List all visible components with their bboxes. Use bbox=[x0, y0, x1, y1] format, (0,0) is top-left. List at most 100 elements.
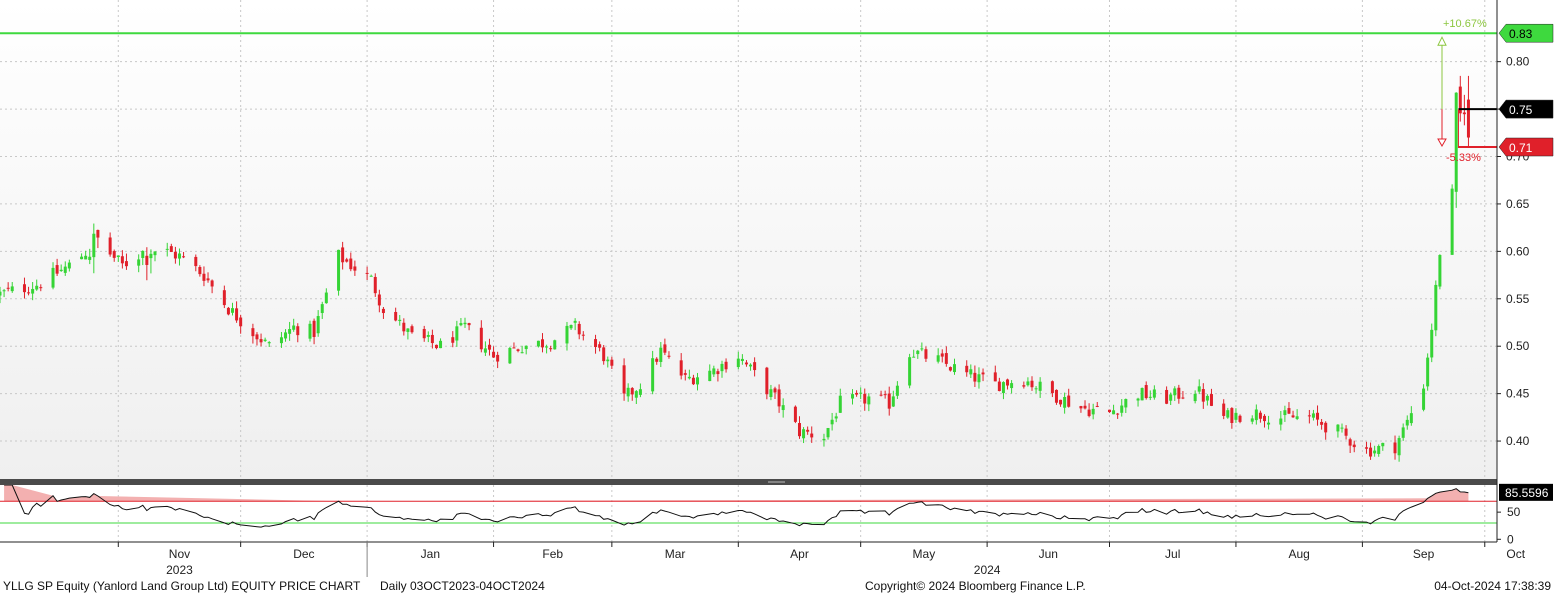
candle-body bbox=[410, 326, 414, 333]
candle-body bbox=[1381, 442, 1385, 447]
candle-body bbox=[936, 355, 940, 362]
candle-body bbox=[84, 255, 88, 260]
last-price-badge-label: 0.75 bbox=[1509, 103, 1533, 117]
candle-body bbox=[1030, 380, 1034, 388]
candle-body bbox=[324, 292, 328, 304]
candle-body bbox=[696, 377, 700, 385]
month-label: Dec bbox=[293, 547, 314, 561]
candle-body bbox=[626, 387, 630, 397]
candle-body bbox=[487, 344, 491, 350]
candle-body bbox=[912, 356, 916, 358]
candle-body bbox=[1140, 388, 1144, 401]
candle-body bbox=[1091, 408, 1095, 415]
candle-body bbox=[496, 354, 500, 362]
candle-body bbox=[924, 349, 928, 359]
candle-body bbox=[284, 332, 288, 339]
candle-body bbox=[279, 337, 283, 344]
candle-body bbox=[663, 344, 667, 353]
candle-body bbox=[1426, 357, 1430, 387]
candle-body bbox=[194, 256, 198, 267]
month-label: Jun bbox=[1039, 547, 1058, 561]
candle-body bbox=[0, 291, 2, 296]
candle-body bbox=[422, 328, 426, 339]
candle-body bbox=[255, 334, 259, 340]
candle-body bbox=[1462, 112, 1466, 115]
candle-body bbox=[1324, 422, 1328, 433]
candle-body bbox=[594, 339, 598, 348]
candle-body bbox=[541, 339, 545, 348]
candle-body bbox=[744, 362, 748, 365]
candle-body bbox=[288, 329, 292, 334]
candle-body bbox=[830, 419, 834, 425]
price-tick-label: 0.45 bbox=[1506, 387, 1530, 401]
candle-body bbox=[524, 345, 528, 350]
year-label: 2024 bbox=[974, 563, 1001, 577]
candle-body bbox=[1197, 386, 1201, 392]
candle-body bbox=[1295, 416, 1299, 419]
candle-body bbox=[822, 438, 826, 441]
candle-body bbox=[740, 358, 744, 362]
month-label: Mar bbox=[665, 547, 686, 561]
candle-body bbox=[31, 288, 35, 294]
candle-body bbox=[173, 251, 177, 259]
candle-body bbox=[235, 308, 239, 321]
candle-body bbox=[259, 339, 263, 343]
candle-body bbox=[1234, 412, 1238, 420]
candle-body bbox=[2, 290, 6, 292]
rsi-panel-background bbox=[0, 485, 1497, 542]
candle-body bbox=[1148, 396, 1152, 398]
candle-body bbox=[1466, 99, 1470, 138]
candle-body bbox=[1063, 397, 1067, 408]
candle-body bbox=[1026, 381, 1030, 386]
candle-body bbox=[1364, 447, 1368, 449]
candle-body bbox=[206, 278, 210, 281]
price-panel-background bbox=[0, 0, 1497, 480]
candle-body bbox=[1144, 385, 1148, 399]
candle-body bbox=[1344, 428, 1348, 436]
candle-body bbox=[120, 256, 124, 264]
candle-body bbox=[59, 269, 63, 272]
candle-body bbox=[851, 394, 855, 399]
candle-body bbox=[492, 351, 496, 358]
downside-pct-label: -5.33% bbox=[1446, 152, 1481, 164]
candle-body bbox=[765, 367, 769, 395]
candle-body bbox=[993, 372, 997, 382]
candle-body bbox=[1087, 409, 1091, 417]
candle-body bbox=[455, 326, 459, 341]
price-tick-label: 0.40 bbox=[1506, 434, 1530, 448]
candle-body bbox=[1258, 412, 1262, 419]
candle-body bbox=[169, 246, 173, 252]
candle-body bbox=[202, 273, 206, 281]
candle-body bbox=[508, 347, 512, 364]
candle-body bbox=[1238, 415, 1242, 422]
candle-body bbox=[834, 416, 838, 419]
candle-body bbox=[1006, 379, 1010, 386]
candle-body bbox=[1340, 427, 1344, 429]
price-badges: 0.83 0.75 0.71 85.5596 bbox=[1498, 23, 1554, 501]
rsi-tick-label: 0 bbox=[1507, 532, 1514, 546]
candle-body bbox=[610, 359, 614, 366]
candle-body bbox=[1001, 382, 1005, 394]
candle-body bbox=[116, 255, 120, 258]
candle-body bbox=[312, 320, 316, 337]
candle-body bbox=[10, 286, 14, 292]
upside-pct-label: +10.67% bbox=[1443, 18, 1487, 30]
candle-body bbox=[381, 308, 385, 314]
candle-body bbox=[1152, 389, 1156, 398]
candle-body bbox=[92, 233, 96, 258]
candle-body bbox=[1173, 388, 1177, 396]
candle-body bbox=[1116, 413, 1120, 415]
rsi-tick-label: 50 bbox=[1507, 505, 1521, 519]
candle-body bbox=[516, 349, 520, 351]
candle-body bbox=[153, 251, 157, 256]
candle-body bbox=[1336, 424, 1340, 432]
candle-body bbox=[1112, 410, 1116, 415]
candle-body bbox=[1369, 447, 1373, 457]
month-label: Aug bbox=[1288, 547, 1309, 561]
candle-body bbox=[337, 249, 341, 291]
candle-body bbox=[292, 325, 296, 330]
candle-body bbox=[891, 396, 895, 407]
candle-body bbox=[137, 259, 141, 266]
candle-body bbox=[687, 376, 691, 379]
candle-body bbox=[634, 391, 638, 398]
